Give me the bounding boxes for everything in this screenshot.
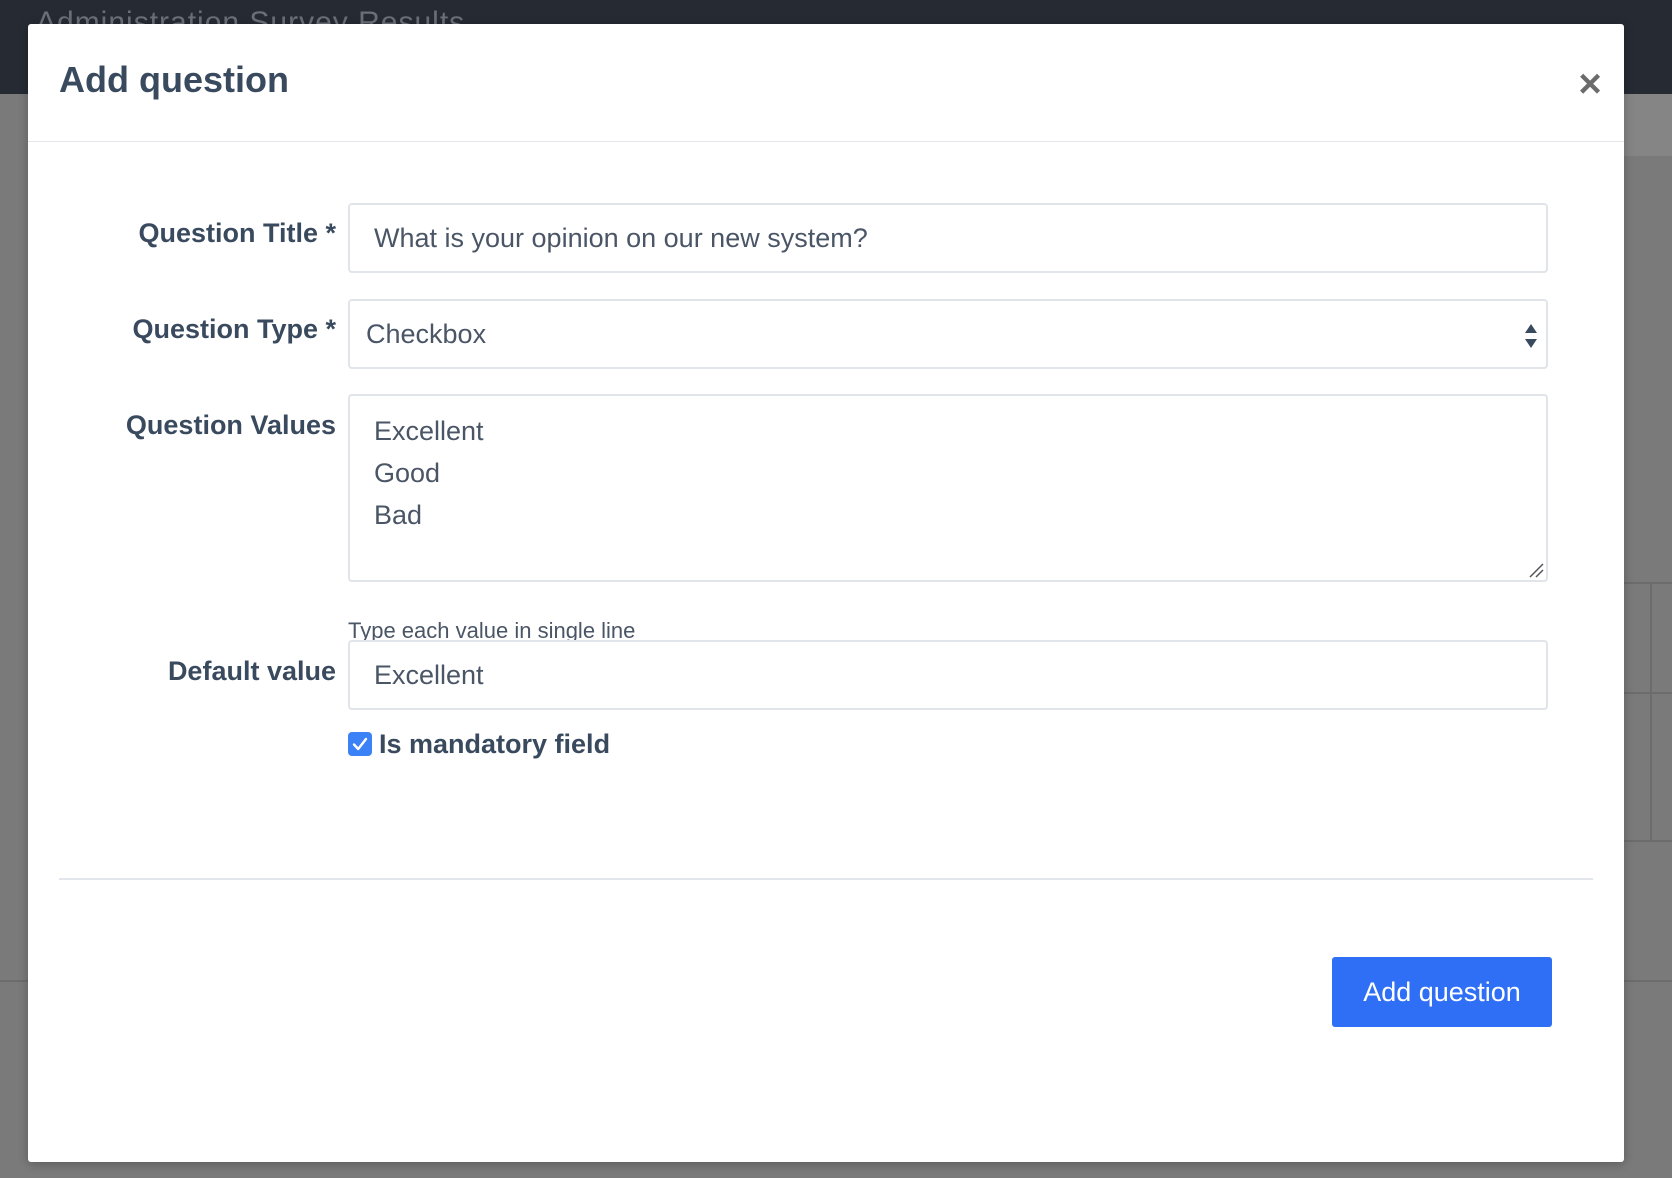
default-value-input[interactable]: Excellent bbox=[348, 640, 1548, 710]
resize-grip-icon[interactable] bbox=[1528, 562, 1544, 578]
modal-header: Add question × bbox=[28, 24, 1624, 142]
question-title-value: What is your opinion on our new system? bbox=[374, 223, 868, 253]
backdrop-divider bbox=[0, 980, 28, 982]
backdrop-panel bbox=[1624, 94, 1672, 156]
question-value-line: Good bbox=[374, 458, 441, 488]
question-type-label: Question Type * bbox=[132, 314, 336, 344]
question-title-input[interactable]: What is your opinion on our new system? bbox=[348, 203, 1548, 273]
default-value-value: Excellent bbox=[374, 660, 484, 690]
backdrop-divider bbox=[1624, 980, 1672, 982]
default-value-label: Default value bbox=[167, 656, 336, 686]
question-values-label: Question Values bbox=[125, 410, 336, 440]
backdrop-table bbox=[1624, 582, 1672, 842]
question-type-selected: Checkbox bbox=[366, 319, 487, 349]
close-button[interactable]: × bbox=[1570, 64, 1610, 104]
question-title-label: Question Title * bbox=[138, 218, 336, 248]
question-values-textarea[interactable]: Excellent Good Bad bbox=[348, 394, 1548, 582]
close-icon: × bbox=[1578, 62, 1602, 106]
check-icon bbox=[352, 737, 368, 751]
footer-divider bbox=[59, 878, 1593, 880]
add-question-modal: Add question × Question Title * What is … bbox=[28, 24, 1624, 1162]
question-type-select[interactable]: Checkbox bbox=[348, 299, 1548, 369]
sort-arrows-icon bbox=[1525, 324, 1537, 348]
mandatory-checkbox[interactable] bbox=[348, 732, 372, 756]
modal-title: Add question bbox=[59, 59, 289, 100]
mandatory-checkbox-row: Is mandatory field bbox=[348, 724, 610, 764]
question-value-line: Bad bbox=[374, 500, 423, 530]
add-question-button[interactable]: Add question bbox=[1332, 957, 1552, 1027]
question-value-line: Excellent bbox=[374, 416, 484, 446]
mandatory-checkbox-label[interactable]: Is mandatory field bbox=[379, 729, 610, 760]
